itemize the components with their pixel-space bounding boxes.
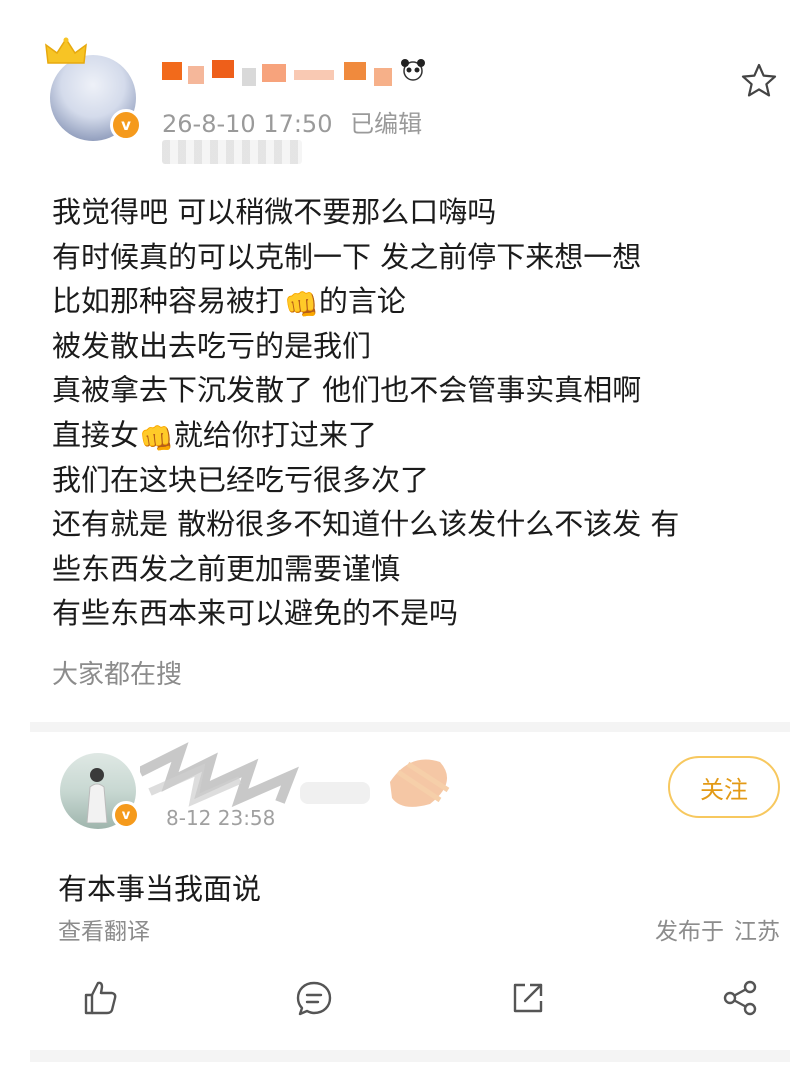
post-body-text: 就给你打过来了: [173, 417, 377, 452]
post-body-line: 还有就是 散粉很多不知道什么该发什么不该发 有: [52, 502, 792, 547]
person-figure-icon: [86, 768, 108, 823]
post-location: 发布于 江苏: [655, 912, 780, 946]
follow-button[interactable]: 关注: [668, 756, 780, 818]
post-body-line: 有时候真的可以克制一下 发之前停下来想一想: [52, 235, 792, 280]
post-body-line: 比如那种容易被打👊的言论: [52, 279, 792, 324]
trending-search-label[interactable]: 大家都在搜: [52, 654, 182, 691]
post-body-text: 还有就是 散粉很多不知道什么该发什么不该发 有: [52, 507, 680, 542]
fist-emoji-icon: 👊: [139, 421, 174, 455]
post-timestamp: 26-8-10 17:50: [162, 110, 333, 138]
location-value: 江苏: [734, 919, 780, 945]
crown-icon: [45, 37, 87, 64]
verified-badge-icon: v: [112, 801, 140, 829]
post-meta: 26-8-10 17:50 已编辑: [162, 104, 422, 139]
author-name-redacted[interactable]: [162, 58, 432, 88]
comment-bubble-icon[interactable]: [294, 978, 334, 1018]
section-divider: [30, 722, 790, 732]
post-body-text: 些东西发之前更加需要谨慎: [52, 551, 401, 586]
post-body-line: 被发散出去吃亏的是我们: [52, 324, 792, 369]
share-icon[interactable]: [720, 978, 760, 1018]
thumbs-up-icon[interactable]: [80, 978, 120, 1018]
redacted-source-line: [162, 140, 302, 164]
post-body-line: 我们在这块已经吃亏很多次了: [52, 458, 792, 503]
post-body: 我觉得吧 可以稍微不要那么口嗨吗 有时候真的可以克制一下 发之前停下来想一想 比如那…: [52, 190, 792, 636]
panda-emoji-icon: [401, 59, 425, 81]
star-outline-icon[interactable]: [740, 62, 778, 100]
post-body-line: 真被拿去下沉发散了 他们也不会管事实真相啊: [52, 368, 792, 413]
post-body-text: 比如那种容易被打: [52, 284, 285, 319]
post-body-text: 被发散出去吃亏的是我们: [52, 328, 372, 363]
comment-timestamp: 8-12 23:58: [166, 806, 276, 830]
post-body-text: 的言论: [318, 284, 406, 319]
comment-text: 有本事当我面说: [58, 872, 262, 906]
repost-icon[interactable]: [508, 978, 548, 1018]
post-body-line: 我觉得吧 可以稍微不要那么口嗨吗: [52, 190, 792, 235]
post-body-text: 我觉得吧 可以稍微不要那么口嗨吗: [52, 195, 497, 229]
post-edited-label: 已编辑: [350, 110, 423, 138]
post-body-line: 些东西发之前更加需要谨慎: [52, 547, 792, 592]
author-avatar[interactable]: v: [45, 37, 142, 141]
bottom-divider: [30, 1050, 790, 1062]
post-body-text: 有些东西本来可以避免的不是吗: [52, 596, 459, 631]
post-body-line: 直接女👊就给你打过来了: [52, 413, 792, 458]
post-body-text: 直接女: [52, 417, 140, 452]
post-body-text: 真被拿去下沉发散了 他们也不会管事实真相啊: [52, 373, 642, 408]
fist-emoji-icon: 👊: [284, 288, 319, 322]
location-prefix: 发布于: [655, 919, 724, 945]
verified-badge-icon: v: [110, 109, 142, 141]
post-body-text: 有时候真的可以克制一下 发之前停下来想一想: [52, 239, 642, 274]
post-body-text: 我们在这块已经吃亏很多次了: [52, 462, 430, 497]
view-translation-link[interactable]: 查看翻译: [58, 912, 150, 946]
post-body-line: 有些东西本来可以避免的不是吗: [52, 591, 792, 636]
commenter-avatar[interactable]: v: [60, 753, 140, 829]
